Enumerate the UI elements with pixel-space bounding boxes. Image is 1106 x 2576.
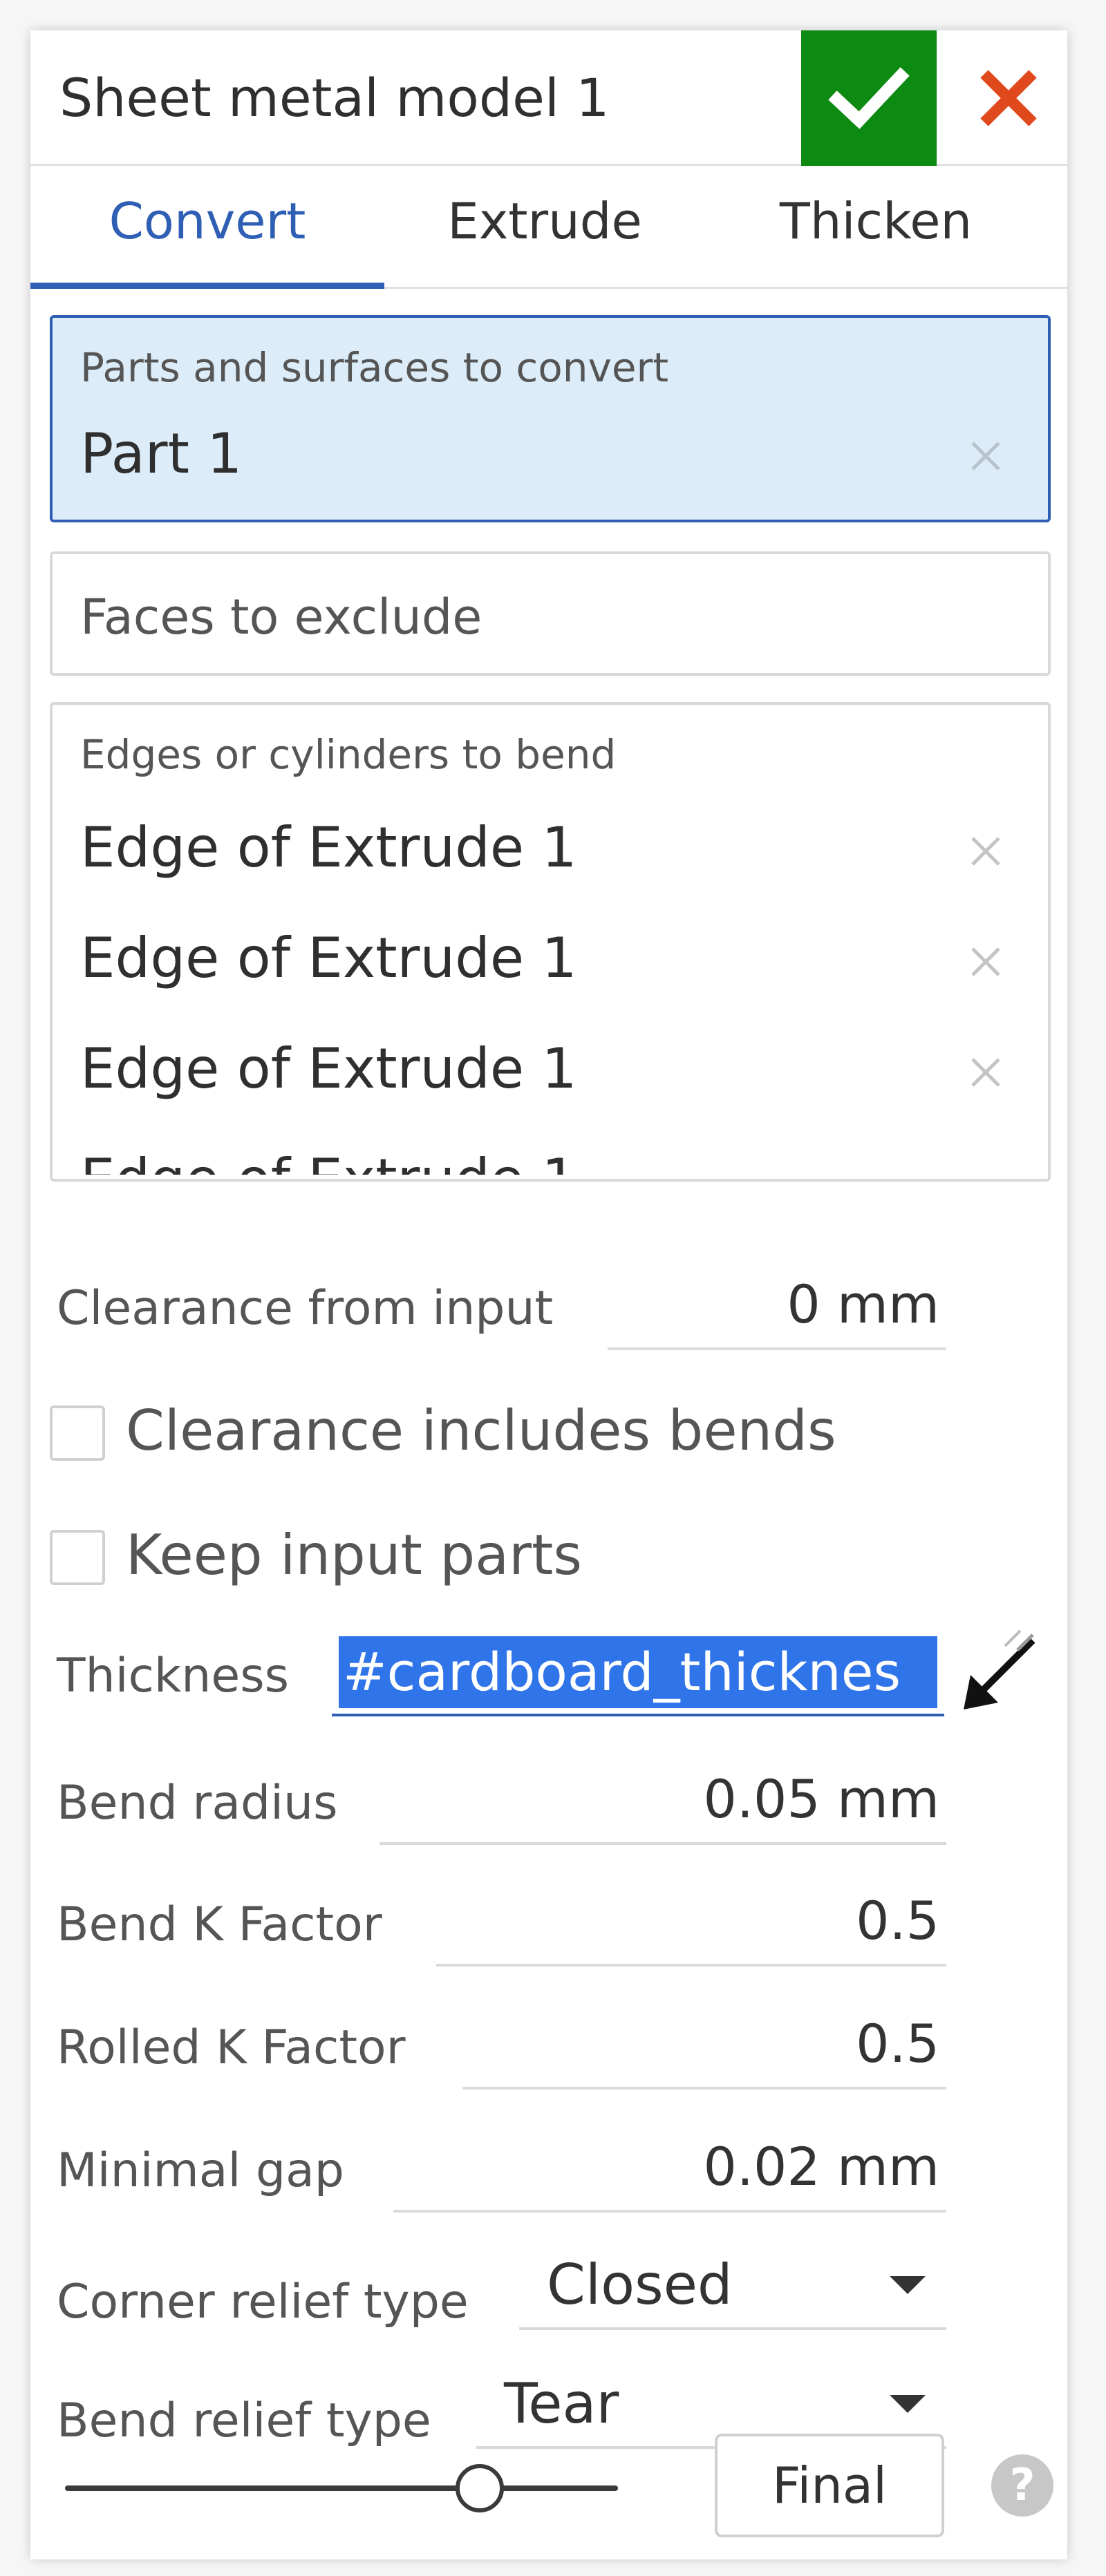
sheet-metal-dialog: Sheet metal model 1 Convert Extrude Thic… xyxy=(30,30,1067,2559)
variable-link-icon[interactable] xyxy=(957,1627,1047,1716)
parts-field-label: Parts and surfaces to convert xyxy=(80,344,669,391)
edge-item-label: Edge of Extrude 1 xyxy=(80,1147,577,1175)
minimal-gap-row: Minimal gap xyxy=(30,2123,1067,2219)
parts-item: Part 1 xyxy=(80,422,243,486)
dialog-title: Sheet metal model 1 xyxy=(59,67,610,129)
thickness-row: Thickness #cardboard_thicknes xyxy=(30,1627,1067,1730)
list-item[interactable]: Edge of Extrude 1 xyxy=(53,1016,1048,1126)
remove-item-icon[interactable] xyxy=(958,934,1013,989)
list-item[interactable]: Edge of Extrude 1 xyxy=(53,795,1048,905)
minimal-gap-input[interactable] xyxy=(393,2123,946,2213)
rollback-slider-thumb[interactable] xyxy=(456,2464,504,2512)
chevron-down-icon xyxy=(890,2395,926,2413)
clearance-bends-checkbox[interactable] xyxy=(50,1405,105,1461)
list-item[interactable]: Edge of Extrude 1 xyxy=(53,905,1048,1016)
thickness-label: Thickness xyxy=(57,1649,290,1703)
bend-relief-label: Bend relief type xyxy=(57,2394,431,2448)
corner-relief-value: Closed xyxy=(547,2253,733,2317)
edges-field-label: Edges or cylinders to bend xyxy=(80,731,617,778)
rolled-k-factor-row: Rolled K Factor xyxy=(30,2000,1067,2096)
edge-item-label: Edge of Extrude 1 xyxy=(80,926,577,990)
bend-k-factor-row: Bend K Factor xyxy=(30,1877,1067,1973)
bend-radius-input[interactable] xyxy=(379,1755,946,1845)
cancel-button[interactable] xyxy=(950,30,1067,166)
final-button[interactable]: Final xyxy=(715,2434,944,2537)
bend-radius-row: Bend radius xyxy=(30,1755,1067,1852)
faces-to-exclude-field[interactable]: Faces to exclude xyxy=(50,551,1051,676)
help-icon[interactable]: ? xyxy=(991,2454,1053,2517)
list-item[interactable]: Edge of Extrude 1 xyxy=(53,1126,1048,1175)
rolled-k-factor-label: Rolled K Factor xyxy=(57,2020,406,2075)
edges-to-bend-field[interactable]: Edges or cylinders to bend Edge of Extru… xyxy=(50,702,1051,1182)
clearance-bends-label: Clearance includes bends xyxy=(126,1399,836,1463)
edge-item-label: Edge of Extrude 1 xyxy=(80,1036,577,1101)
clearance-row: Clearance from input xyxy=(30,1260,1067,1357)
thickness-input[interactable]: #cardboard_thicknes xyxy=(332,1627,944,1716)
faces-to-exclude-placeholder: Faces to exclude xyxy=(80,589,482,645)
remove-item-icon[interactable] xyxy=(958,824,1013,879)
keep-input-checkbox[interactable] xyxy=(50,1530,105,1585)
corner-relief-label: Corner relief type xyxy=(57,2275,469,2329)
clearance-label: Clearance from input xyxy=(57,1281,554,1336)
corner-relief-dropdown[interactable]: Closed xyxy=(519,2240,946,2330)
close-icon xyxy=(980,70,1037,126)
bend-k-factor-label: Bend K Factor xyxy=(57,1897,382,1952)
dialog-header: Sheet metal model 1 xyxy=(30,30,1067,166)
parts-selection-field[interactable]: Parts and surfaces to convert Part 1 xyxy=(50,315,1051,522)
remove-item-icon[interactable] xyxy=(958,428,1013,484)
keep-input-row: Keep input parts xyxy=(30,1516,1067,1599)
keep-input-label: Keep input parts xyxy=(126,1523,583,1587)
rolled-k-factor-input[interactable] xyxy=(462,2000,946,2090)
bend-radius-label: Bend radius xyxy=(57,1776,338,1830)
check-icon xyxy=(828,67,910,129)
rollback-slider-track[interactable] xyxy=(65,2485,618,2491)
tab-convert[interactable]: Convert xyxy=(30,166,384,289)
tab-thicken[interactable]: Thicken xyxy=(705,166,1047,289)
accept-button[interactable] xyxy=(801,30,937,166)
chevron-down-icon xyxy=(890,2276,926,2294)
clearance-bends-row: Clearance includes bends xyxy=(30,1392,1067,1475)
tab-extrude[interactable]: Extrude xyxy=(384,166,705,289)
bend-relief-value: Tear xyxy=(504,2371,619,2436)
minimal-gap-label: Minimal gap xyxy=(57,2143,344,2198)
edges-list[interactable]: Edge of Extrude 1 Edge of Extrude 1 Edge… xyxy=(53,795,1048,1175)
clearance-input[interactable] xyxy=(608,1260,946,1350)
bend-k-factor-input[interactable] xyxy=(436,1877,946,1967)
tab-bar: Convert Extrude Thicken xyxy=(30,166,1067,289)
thickness-selected-text: #cardboard_thicknes xyxy=(339,1636,937,1708)
remove-item-icon[interactable] xyxy=(958,1045,1013,1100)
edge-item-label: Edge of Extrude 1 xyxy=(80,815,577,880)
corner-relief-row: Corner relief type Closed xyxy=(30,2240,1067,2344)
